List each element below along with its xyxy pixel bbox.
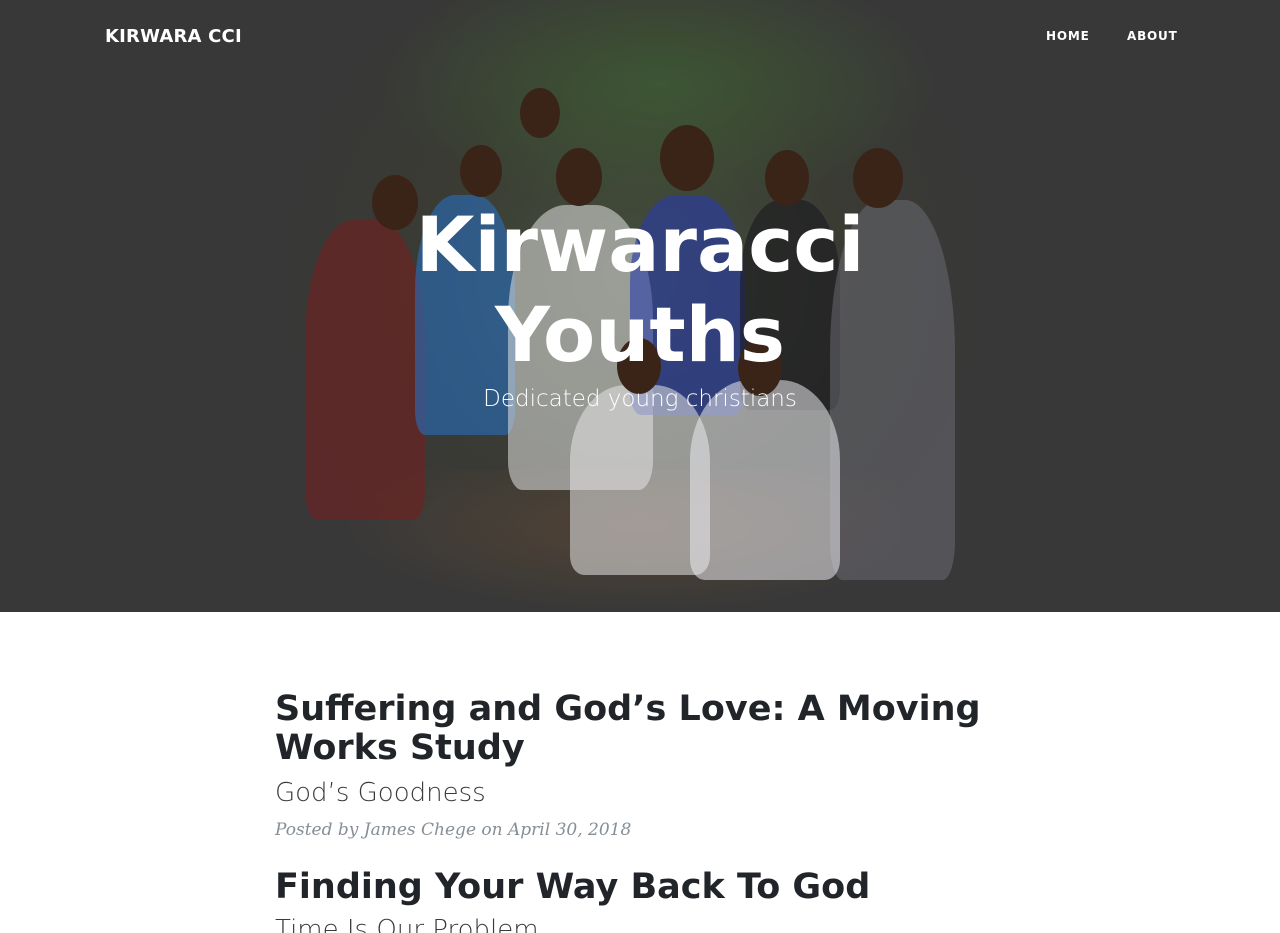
person-figure [570, 385, 710, 575]
post-meta-on: on [481, 820, 503, 840]
person-head [460, 145, 502, 197]
post-title[interactable]: Finding Your Way Back To God [275, 868, 1005, 907]
site-title: Kirwaracci Youths [415, 200, 865, 379]
post-meta: Posted by James Chege on April 30, 2018 [275, 820, 1005, 840]
site-heading: Kirwaracci Youths Dedicated young christ… [0, 200, 1280, 412]
post-title[interactable]: Suffering and God’s Love: A Moving Works… [275, 690, 1005, 768]
person-head [765, 150, 809, 206]
masthead: KIRWARA CCI HOME ABOUT Kirwaracci Youths… [0, 0, 1280, 612]
nav-home-link[interactable]: HOME [1046, 29, 1090, 43]
post-preview[interactable]: Finding Your Way Back To God Time Is Our… [275, 868, 1005, 933]
nav-about-link[interactable]: ABOUT [1127, 29, 1178, 43]
person-head [556, 148, 602, 206]
person-head [520, 88, 560, 138]
post-subtitle[interactable]: God’s Goodness [275, 778, 1005, 808]
navbar: KIRWARA CCI HOME ABOUT [0, 0, 1280, 76]
post-preview[interactable]: Suffering and God’s Love: A Moving Works… [275, 690, 1005, 841]
post-meta-prefix: Posted by [275, 820, 359, 840]
site-subtitle: Dedicated young christians [483, 386, 797, 412]
post-subtitle[interactable]: Time Is Our Problem [275, 915, 1005, 933]
post-author-link[interactable]: James Chege [364, 820, 476, 840]
brand-link[interactable]: KIRWARA CCI [105, 26, 242, 47]
person-head [853, 148, 903, 208]
post-date: April 30, 2018 [508, 820, 632, 840]
person-head [660, 125, 714, 191]
post-list: Suffering and God’s Love: A Moving Works… [275, 690, 1005, 933]
